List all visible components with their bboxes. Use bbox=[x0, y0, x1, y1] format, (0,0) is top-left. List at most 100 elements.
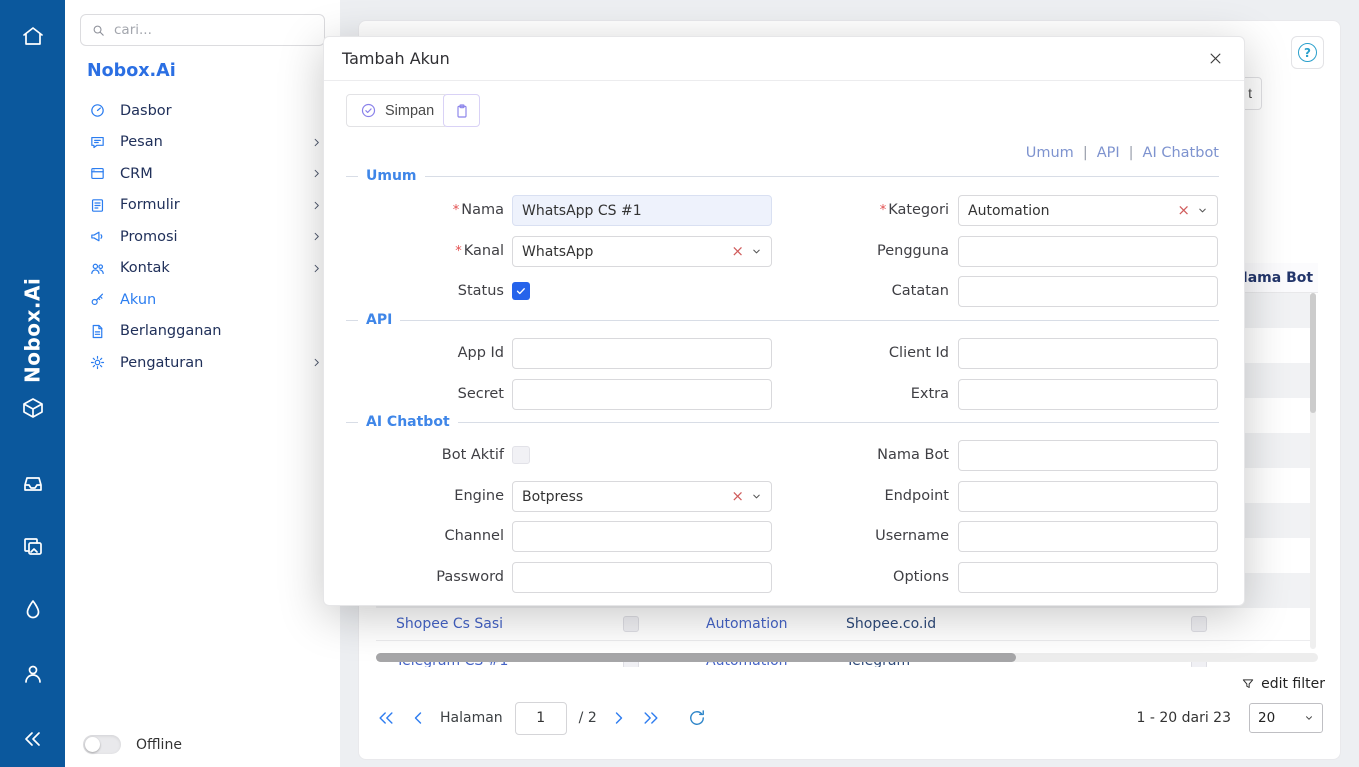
tab-umum[interactable]: Umum bbox=[1026, 145, 1074, 161]
section-legend-api: API bbox=[346, 312, 1219, 328]
sidebar-item-akun[interactable]: Akun bbox=[65, 284, 340, 316]
sidebar-item-label: Promosi bbox=[120, 229, 297, 245]
offline-toggle[interactable] bbox=[83, 735, 121, 754]
sidebar-item-crm[interactable]: CRM bbox=[65, 158, 340, 190]
edit-filter-button[interactable]: edit filter bbox=[359, 676, 1325, 692]
help-button[interactable]: ? bbox=[1291, 36, 1324, 69]
sidebar-item-pesan[interactable]: Pesan bbox=[65, 127, 340, 159]
required-asterisk: * bbox=[455, 244, 462, 259]
username-label: Username bbox=[779, 521, 949, 552]
extra-field-wrap bbox=[958, 379, 1218, 410]
chevron-right-icon bbox=[311, 137, 322, 148]
home-icon[interactable] bbox=[19, 22, 47, 50]
last-page-icon[interactable] bbox=[641, 708, 661, 728]
channel-input[interactable] bbox=[512, 521, 772, 552]
nama-bot-input[interactable] bbox=[958, 440, 1218, 471]
required-asterisk: * bbox=[880, 203, 887, 218]
first-page-icon[interactable] bbox=[376, 708, 396, 728]
clipboard-icon bbox=[454, 103, 470, 119]
pengguna-field-wrap bbox=[958, 236, 1218, 267]
catatan-input[interactable] bbox=[958, 276, 1218, 307]
tab-separator: | bbox=[1083, 145, 1088, 161]
offline-control: Offline bbox=[83, 735, 182, 754]
account-name-link[interactable]: Shopee Cs Sasi bbox=[396, 608, 503, 641]
chevron-right-icon bbox=[311, 231, 322, 242]
sidebar-item-formulir[interactable]: Formulir bbox=[65, 190, 340, 222]
bot-aktif-label: Bot Aktif bbox=[324, 440, 504, 471]
save-button[interactable]: Simpan bbox=[346, 94, 448, 127]
sidebar-item-kontak[interactable]: Kontak bbox=[65, 253, 340, 285]
user-icon[interactable] bbox=[19, 660, 47, 688]
legend-text: AI Chatbot bbox=[366, 414, 450, 430]
sidebar-item-dasbor[interactable]: Dasbor bbox=[65, 95, 340, 127]
people-icon bbox=[89, 260, 106, 277]
sidebar-brand: Nobox.Ai bbox=[87, 61, 176, 81]
engine-select[interactable]: Botpress × bbox=[512, 481, 772, 512]
clear-icon[interactable]: × bbox=[731, 489, 744, 504]
legend-text: API bbox=[366, 312, 392, 328]
secret-input[interactable] bbox=[512, 379, 772, 410]
next-page-icon[interactable] bbox=[609, 708, 629, 728]
username-input[interactable] bbox=[958, 521, 1218, 552]
horizontal-scrollbar-thumb[interactable] bbox=[376, 653, 1016, 662]
status-checkbox[interactable] bbox=[512, 282, 530, 300]
tab-ai-chatbot[interactable]: AI Chatbot bbox=[1143, 145, 1219, 161]
kategori-select[interactable]: Automation × bbox=[958, 195, 1218, 226]
nama-bot-field-wrap bbox=[958, 440, 1218, 471]
tambah-akun-modal: Tambah Akun Simpan Umum | API | AI Chatb… bbox=[323, 36, 1245, 606]
table-row[interactable]: Shopee Cs Sasi Automation Shopee.co.id bbox=[376, 608, 1310, 641]
nama-input[interactable] bbox=[512, 195, 772, 226]
clear-icon[interactable]: × bbox=[1177, 203, 1190, 218]
nama-label: *Nama bbox=[324, 195, 504, 226]
client-id-input[interactable] bbox=[958, 338, 1218, 369]
prev-page-icon[interactable] bbox=[408, 708, 428, 728]
modal-header: Tambah Akun bbox=[324, 37, 1244, 81]
client-id-field-wrap bbox=[958, 338, 1218, 369]
clear-icon[interactable]: × bbox=[731, 244, 744, 259]
close-button[interactable] bbox=[1204, 48, 1226, 70]
ink-drop-icon[interactable] bbox=[19, 595, 47, 623]
search-input[interactable] bbox=[114, 22, 314, 38]
row-checkbox[interactable] bbox=[623, 616, 639, 632]
copy-template-button[interactable] bbox=[443, 94, 480, 127]
megaphone-icon bbox=[89, 228, 106, 245]
password-field-wrap bbox=[512, 562, 772, 593]
sidebar-item-label: Formulir bbox=[120, 197, 297, 213]
kanal-select[interactable]: WhatsApp × bbox=[512, 236, 772, 267]
sidebar-item-berlangganan[interactable]: Berlangganan bbox=[65, 316, 340, 348]
kanal-value: WhatsApp bbox=[522, 244, 724, 260]
vertical-scrollbar-thumb[interactable] bbox=[1310, 293, 1316, 413]
account-category[interactable]: Automation bbox=[706, 608, 788, 641]
password-label: Password bbox=[324, 562, 504, 593]
password-input[interactable] bbox=[512, 562, 772, 593]
refresh-icon[interactable] bbox=[687, 708, 707, 728]
bot-aktif-checkbox[interactable] bbox=[512, 446, 530, 464]
pengguna-input[interactable] bbox=[958, 236, 1218, 267]
sidebar-item-promosi[interactable]: Promosi bbox=[65, 221, 340, 253]
toggle-knob bbox=[85, 737, 100, 752]
row-checkbox[interactable] bbox=[1191, 616, 1207, 632]
extra-input[interactable] bbox=[958, 379, 1218, 410]
tab-api[interactable]: API bbox=[1097, 145, 1120, 161]
chevron-right-icon bbox=[311, 357, 322, 368]
kanal-field-wrap: WhatsApp × bbox=[512, 236, 772, 267]
app-id-field-wrap bbox=[512, 338, 772, 369]
page-size-select[interactable]: 20 bbox=[1249, 703, 1323, 733]
page-number-input[interactable] bbox=[515, 702, 567, 735]
gallery-icon[interactable] bbox=[19, 533, 47, 561]
app-id-label: App Id bbox=[324, 338, 504, 369]
total-pages-label: / 2 bbox=[579, 710, 597, 726]
endpoint-input[interactable] bbox=[958, 481, 1218, 512]
collapse-sidebar-icon[interactable] bbox=[19, 725, 47, 753]
inbox-icon[interactable] bbox=[19, 470, 47, 498]
account-domain[interactable]: Shopee.co.id bbox=[846, 608, 936, 641]
pagination-bar: Halaman / 2 1 - 20 dari 23 20 bbox=[376, 699, 1323, 737]
options-label: Options bbox=[779, 562, 949, 593]
app-id-input[interactable] bbox=[512, 338, 772, 369]
chevron-down-icon bbox=[1304, 713, 1314, 723]
section-legend-umum: Umum bbox=[346, 168, 1219, 184]
options-input[interactable] bbox=[958, 562, 1218, 593]
engine-label: Engine bbox=[324, 481, 504, 512]
sidebar-item-pengaturan[interactable]: Pengaturan bbox=[65, 347, 340, 379]
sidebar-menu: Dasbor Pesan CRM Formulir Promosi bbox=[65, 95, 340, 379]
